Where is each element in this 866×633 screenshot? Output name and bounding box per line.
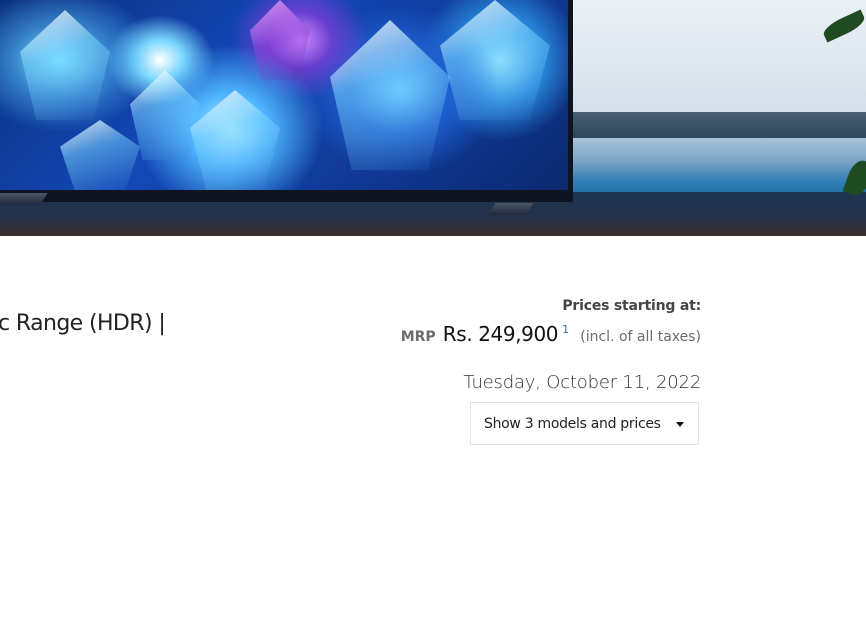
crystal-shape: [250, 0, 310, 80]
hero-sky: [560, 0, 866, 118]
hero-far-shore: [560, 112, 866, 140]
product-page: c Range (HDR) | Prices starting at: MRP …: [0, 0, 866, 633]
caret-down-icon: [676, 422, 684, 427]
price-line: MRP Rs. 249,900 1 (incl. of all taxes): [401, 322, 701, 346]
hero-lake: [560, 138, 866, 200]
show-models-dropdown[interactable]: Show 3 models and prices: [470, 402, 699, 445]
crystal-shape: [20, 10, 110, 120]
price-block: Prices starting at: MRP Rs. 249,900 1 (in…: [401, 298, 701, 346]
tv-frame: [0, 0, 573, 202]
prices-starting-label: Prices starting at:: [562, 298, 701, 314]
price-date: Tuesday, October 11, 2022: [463, 372, 701, 393]
mrp-label: MRP: [400, 329, 436, 345]
tv-stand-left: [0, 193, 48, 205]
crystal-shape: [190, 90, 280, 190]
show-models-dropdown-label: Show 3 models and prices: [484, 415, 661, 432]
tv-stand-right: [488, 203, 534, 215]
product-title: c Range (HDR) |: [0, 311, 166, 336]
tax-note: (incl. of all taxes): [580, 329, 701, 345]
crystal-shape: [130, 70, 200, 160]
price-footnote-link[interactable]: 1: [562, 323, 569, 336]
hero-banner: [0, 0, 866, 236]
crystal-shape: [330, 20, 450, 170]
price-value: Rs. 249,900: [442, 322, 559, 346]
crystal-shape: [440, 0, 550, 120]
crystal-shape: [60, 120, 140, 190]
tv-screen-crystals-image: [0, 0, 568, 190]
